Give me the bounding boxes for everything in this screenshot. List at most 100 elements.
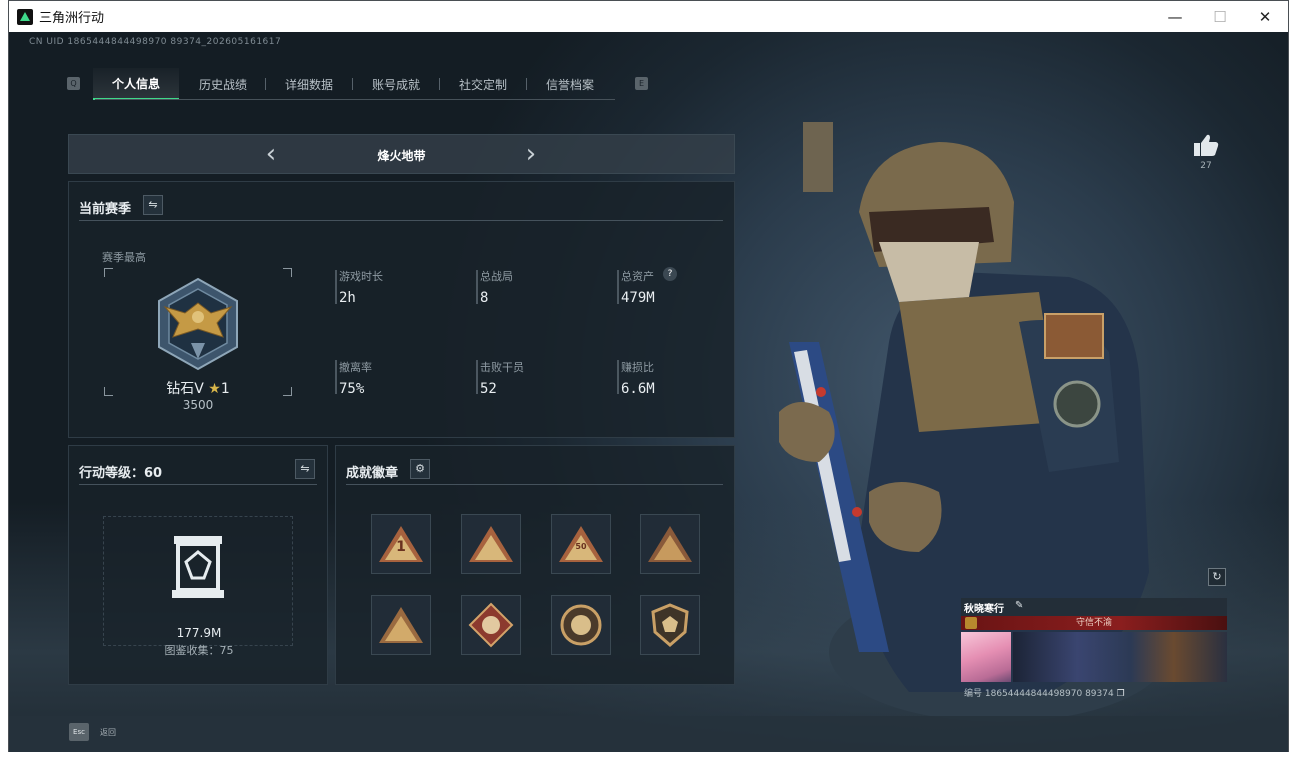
mode-label: 烽火地带 xyxy=(377,149,426,163)
rank-name-row: 钻石V ★1 xyxy=(104,378,292,398)
achievement-badge[interactable] xyxy=(640,595,700,655)
close-button[interactable]: ✕ xyxy=(1242,1,1288,32)
mode-next-button[interactable]: › xyxy=(519,139,543,169)
collection-value: 177.9M xyxy=(176,626,222,640)
achievements-title: 成就徽章 xyxy=(346,466,399,481)
collection-vault-icon xyxy=(172,536,224,598)
copy-icon[interactable]: ❐ xyxy=(1117,689,1125,699)
stat-value: 6.6M xyxy=(621,381,655,397)
tab-separator xyxy=(439,78,440,90)
tab-separator xyxy=(265,78,266,90)
achievements-divider xyxy=(346,484,723,485)
badge-number: 1 xyxy=(396,539,406,555)
stat-label: 总战局 xyxy=(480,270,513,283)
player-banner[interactable] xyxy=(1013,632,1227,682)
esc-key-hint[interactable]: Esc xyxy=(69,723,89,741)
player-motto: 守信不渝 xyxy=(961,616,1227,630)
maximize-button[interactable]: ☐ xyxy=(1197,1,1243,32)
diamond-rank-emblem-icon xyxy=(158,277,238,371)
stat-value: 75% xyxy=(339,381,365,397)
stat-bar xyxy=(335,360,337,394)
achievements-panel: 成就徽章 ⚙ 1 50 xyxy=(335,445,735,685)
achievement-badge[interactable]: 1 xyxy=(371,514,431,574)
refresh-icon[interactable]: ↻ xyxy=(1208,568,1226,586)
stat-label: 击败干员 xyxy=(480,361,524,374)
collection-count: 图鉴收集：75 xyxy=(164,644,234,657)
gear-icon[interactable]: ⚙ xyxy=(410,459,430,479)
uid-watermark: CN UID 1865444844498970 89374_2026051616… xyxy=(29,37,282,47)
rank-points: 3500 xyxy=(182,398,214,412)
season-divider xyxy=(79,220,723,221)
rank-star-icon: ★ xyxy=(208,381,221,397)
tab-separator xyxy=(526,78,527,90)
level-title: 行动等级：60 xyxy=(79,466,163,481)
next-tab-key[interactable]: E xyxy=(635,77,648,90)
like-count: 27 xyxy=(1200,161,1212,171)
wolf-badge-icon xyxy=(468,602,514,648)
frame-corner xyxy=(283,268,292,277)
pencil-icon[interactable]: ✎ xyxy=(1015,600,1023,611)
stat-label: 游戏时长 xyxy=(339,270,383,283)
tab-underline xyxy=(95,99,615,100)
game-window: 三角洲行动 — ☐ ✕ CN UID 1865444844498970 8937… xyxy=(8,0,1289,752)
rank-badge-icon xyxy=(965,617,977,629)
stat-label: 撤离率 xyxy=(339,361,372,374)
tab-bar: Q 个人信息 历史战绩 详细数据 账号成就 社交定制 信誉档案 E xyxy=(65,66,648,100)
mode-selector: ‹ 烽火地带 › xyxy=(68,134,735,174)
shell-badge-icon xyxy=(560,604,602,646)
badge-number: 50 xyxy=(575,542,587,551)
achievement-badge[interactable] xyxy=(461,595,521,655)
achievement-badge[interactable] xyxy=(640,514,700,574)
help-icon[interactable]: ? xyxy=(663,267,677,281)
rank-level: 1 xyxy=(220,381,230,397)
achievement-badge[interactable] xyxy=(461,514,521,574)
tab-social[interactable]: 社交定制 xyxy=(441,68,525,100)
bottom-bar xyxy=(9,716,1288,752)
frame-corner xyxy=(104,268,113,277)
stat-value: 8 xyxy=(480,290,489,306)
game-viewport: CN UID 1865444844498970 89374_2026051616… xyxy=(9,32,1288,752)
achievement-badge[interactable] xyxy=(551,595,611,655)
tab-details[interactable]: 详细数据 xyxy=(267,68,351,100)
player-card: 秋晓寒行 ✎ 守信不渝 编号 18654444844498970 89374 ❐ xyxy=(961,598,1227,718)
window-titlebar: 三角洲行动 — ☐ ✕ xyxy=(9,1,1288,32)
minimize-button[interactable]: — xyxy=(1152,1,1198,32)
shield-badge-icon xyxy=(651,603,689,647)
level-divider xyxy=(79,484,317,485)
rank-name: 钻石V xyxy=(166,381,204,397)
season-panel: 当前赛季 ⇋ 赛季最高 钻石V ★1 3500 游戏时长 2h 总战局 8 总资… xyxy=(68,181,735,438)
season-title: 当前赛季 xyxy=(79,202,132,217)
stat-bar xyxy=(476,360,478,394)
tab-personal-info[interactable]: 个人信息 xyxy=(93,68,179,100)
app-logo-icon xyxy=(17,8,33,25)
player-name-bar: 秋晓寒行 ✎ xyxy=(961,598,1227,616)
achievement-badge[interactable]: 50 xyxy=(551,514,611,574)
season-best-label: 赛季最高 xyxy=(102,251,146,264)
stat-label: 总资产 xyxy=(621,270,654,283)
prev-tab-key[interactable]: Q xyxy=(67,77,80,90)
stat-value: 479M xyxy=(621,290,655,306)
stat-bar xyxy=(476,270,478,304)
like-button[interactable] xyxy=(1193,133,1219,161)
swap-icon[interactable]: ⇋ xyxy=(295,459,315,479)
stat-bar xyxy=(617,270,619,304)
stat-bar xyxy=(617,360,619,394)
achievement-badge[interactable] xyxy=(371,595,431,655)
thumbs-up-icon xyxy=(1194,134,1219,156)
tab-history[interactable]: 历史战绩 xyxy=(181,68,265,100)
player-uid: 编号 18654444844498970 89374 ❐ xyxy=(964,686,1125,699)
swap-icon[interactable]: ⇋ xyxy=(143,195,163,215)
stat-label: 赚损比 xyxy=(621,361,654,374)
stat-bar xyxy=(335,270,337,304)
tab-separator xyxy=(352,78,353,90)
player-uid-text: 编号 18654444844498970 89374 xyxy=(964,689,1114,699)
stat-value: 52 xyxy=(480,381,497,397)
level-panel: 行动等级：60 ⇋ 177.9M 图鉴收集：75 xyxy=(68,445,328,685)
tab-reputation[interactable]: 信誉档案 xyxy=(528,68,612,100)
player-name: 秋晓寒行 xyxy=(964,604,1004,615)
tab-achievements[interactable]: 账号成就 xyxy=(354,68,438,100)
window-title: 三角洲行动 xyxy=(39,11,105,26)
player-avatar[interactable] xyxy=(961,632,1011,682)
back-label[interactable]: 返回 xyxy=(100,727,116,738)
stat-value: 2h xyxy=(339,290,356,306)
